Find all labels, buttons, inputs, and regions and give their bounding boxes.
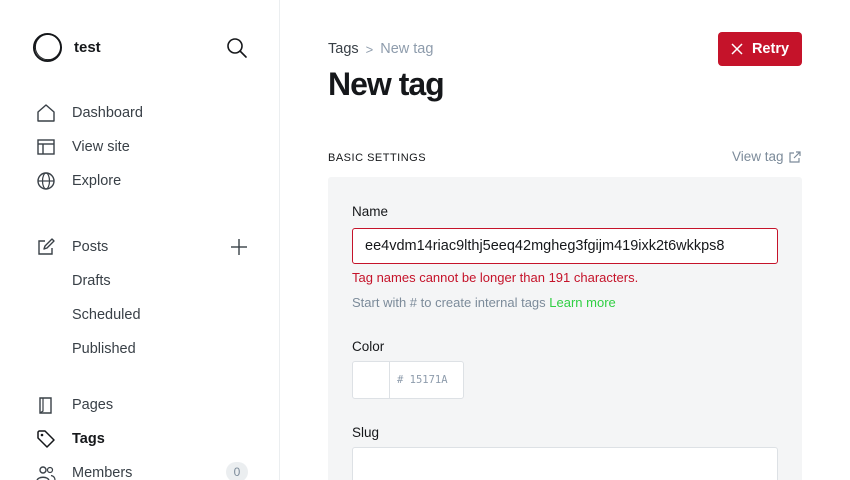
sidebar-item-drafts[interactable]: Drafts <box>72 271 111 291</box>
tag-icon <box>37 430 55 448</box>
sidebar-item-scheduled[interactable]: Scheduled <box>72 305 141 325</box>
name-hint-text: Start with # to create internal tags <box>352 295 550 310</box>
section-heading: BASIC SETTINGS <box>328 152 427 164</box>
close-icon <box>731 43 743 55</box>
sidebar-item-label: View site <box>72 139 130 155</box>
sidebar-item-label: Members <box>72 465 133 480</box>
sidebar-item-published[interactable]: Published <box>72 339 136 359</box>
name-input[interactable]: ee4vdm14riac9lthj5eeq42mgheg3fgijm419ixk… <box>352 228 778 264</box>
sidebar-item-label: Dashboard <box>72 105 143 121</box>
sidebar-item-members[interactable]: Members <box>36 461 132 480</box>
globe-icon <box>37 172 55 190</box>
name-error-message: Tag names cannot be longer than 191 char… <box>352 270 639 285</box>
slug-label: Slug <box>352 425 380 440</box>
color-label: Color <box>352 339 385 354</box>
breadcrumb-separator: > <box>365 41 374 57</box>
page-title: New tag <box>328 66 445 102</box>
settings-panel <box>328 177 802 480</box>
breadcrumb-current: New tag <box>380 41 434 57</box>
sidebar-item-pages[interactable]: Pages <box>36 393 113 417</box>
sidebar-item-label: Explore <box>72 173 122 189</box>
sidebar-item-posts[interactable]: Posts <box>36 235 108 259</box>
edit-icon <box>38 238 55 255</box>
sidebar-item-tags[interactable]: Tags <box>36 427 105 451</box>
breadcrumb-tags-link[interactable]: Tags <box>328 41 359 57</box>
site-logo-icon <box>32 32 63 63</box>
color-swatch[interactable] <box>353 362 390 398</box>
view-tag-label: View tag <box>732 149 784 164</box>
sidebar-item-label: Tags <box>72 431 105 447</box>
view-tag-link[interactable]: View tag <box>732 149 801 164</box>
sidebar: test Dashboard View site Explore Posts D… <box>0 0 280 480</box>
name-hint: Start with # to create internal tags Lea… <box>352 295 616 310</box>
search-icon[interactable] <box>226 37 248 59</box>
sidebar-item-view-site[interactable]: View site <box>36 135 130 159</box>
name-label: Name <box>352 204 389 219</box>
users-icon <box>36 466 56 480</box>
color-field[interactable]: # 15171A <box>352 361 464 399</box>
plus-icon[interactable] <box>229 237 249 257</box>
layout-icon <box>37 139 55 155</box>
sidebar-item-label: Pages <box>72 397 114 413</box>
breadcrumb: Tags > New tag <box>328 41 433 57</box>
members-count-badge: 0 <box>226 462 248 480</box>
learn-more-link[interactable]: Learn more <box>549 295 615 310</box>
site-brand[interactable]: test <box>32 32 101 63</box>
retry-button[interactable]: Retry <box>718 32 802 66</box>
sidebar-item-dashboard[interactable]: Dashboard <box>36 101 143 125</box>
page-icon <box>39 397 52 414</box>
external-link-icon <box>788 150 801 163</box>
retry-button-label: Retry <box>751 41 790 57</box>
site-name: test <box>74 39 101 56</box>
home-icon <box>37 104 55 122</box>
slug-input[interactable] <box>352 447 778 480</box>
sidebar-item-label: Posts <box>72 239 109 255</box>
sidebar-item-explore[interactable]: Explore <box>36 169 121 193</box>
color-hex-value[interactable]: # 15171A <box>390 362 448 398</box>
